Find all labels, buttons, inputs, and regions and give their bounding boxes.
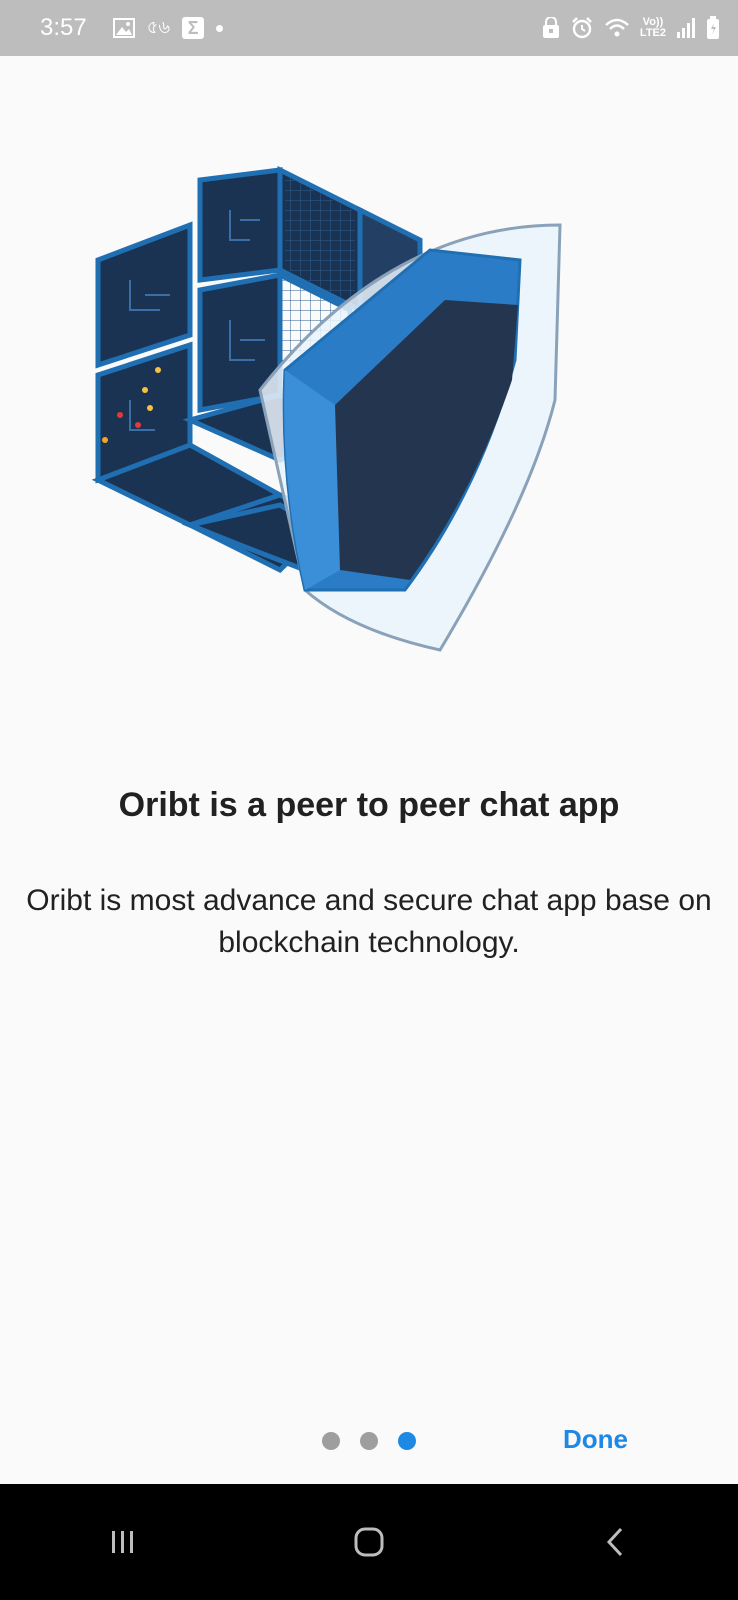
home-button[interactable]: [329, 1512, 409, 1572]
page-dot-3[interactable]: [398, 1432, 416, 1450]
cube-block: [95, 221, 193, 369]
node-dot: [117, 412, 123, 418]
recent-apps-icon: [109, 1528, 137, 1556]
node-dot: [155, 367, 161, 373]
navigation-bar: [0, 1484, 738, 1600]
status-bar-left: 3:57 ৫৬ Σ: [40, 13, 224, 44]
status-bar: 3:57 ৫৬ Σ Vo)) LTE2: [0, 0, 738, 56]
signal-icon: [676, 17, 696, 39]
sigma-icon: Σ: [182, 17, 205, 39]
node-dot: [147, 405, 153, 411]
volte-indicator: Vo)) LTE2: [640, 17, 666, 39]
status-bar-right: Vo)) LTE2: [542, 16, 720, 40]
page-indicator: [322, 1432, 416, 1450]
node-dot: [142, 387, 148, 393]
onboarding-title: Oribt is a peer to peer chat app: [118, 786, 620, 824]
home-icon: [353, 1526, 385, 1558]
wifi-icon: [604, 17, 630, 39]
lock-icon: [542, 17, 560, 39]
page-dot-1[interactable]: [322, 1432, 340, 1450]
recent-apps-button[interactable]: [83, 1512, 163, 1572]
page-dot-2[interactable]: [360, 1432, 378, 1450]
node-dot: [102, 437, 108, 443]
cube-block: [197, 167, 283, 283]
back-icon: [605, 1526, 625, 1558]
node-dot: [135, 422, 141, 428]
battery-icon: [706, 16, 720, 40]
alarm-icon: [570, 16, 594, 40]
notification-dot-icon: [216, 24, 224, 32]
back-button[interactable]: [575, 1512, 655, 1572]
onboarding-description: Oribt is most advance and secure chat ap…: [26, 884, 712, 959]
carrier-text: ৫৬: [146, 16, 171, 37]
security-cube-illustration: [90, 160, 590, 670]
status-time: 3:57: [40, 14, 87, 41]
gallery-icon: [112, 18, 135, 38]
done-button[interactable]: Done: [563, 1424, 628, 1455]
volte-line-2: LTE2: [639, 27, 666, 39]
